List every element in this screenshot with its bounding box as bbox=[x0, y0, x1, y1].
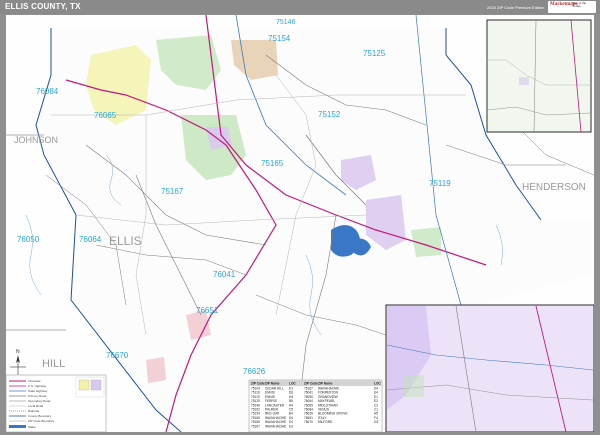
inset-fill-top bbox=[488, 21, 590, 131]
table-cell: WAXAHACHIE bbox=[265, 424, 286, 428]
legend-item: County Boundary bbox=[28, 414, 52, 418]
zip-label: 75165 bbox=[261, 159, 284, 168]
legend-panel: Interstate U.S. Highway State Highway Pr… bbox=[6, 374, 107, 432]
legend-item: Primary Road bbox=[28, 394, 47, 398]
table-cell: E3 bbox=[289, 424, 293, 428]
legend-item: Secondary Road bbox=[28, 399, 51, 403]
publisher-logo: Marketmaps Map of Zip Codes bbox=[548, 1, 596, 13]
map-svg[interactable]: JOHNSON HENDERSON HILL ELLIS 75154 75146… bbox=[6, 15, 594, 432]
table-cell: G3 bbox=[374, 420, 378, 424]
zip-label: 75152 bbox=[318, 110, 341, 119]
neighbor-label-henderson: HENDERSON bbox=[522, 182, 586, 193]
zip-label: 76626 bbox=[243, 367, 266, 376]
zip-label: 75119 bbox=[429, 179, 451, 188]
zip-label: 75125 bbox=[363, 49, 386, 58]
zip-label: 76064 bbox=[79, 235, 102, 244]
zip-label: 76041 bbox=[213, 270, 236, 279]
zip-label: 76670 bbox=[106, 351, 129, 360]
neighbor-label-johnson: JOHNSON bbox=[14, 135, 58, 145]
table-cell: 76670 bbox=[304, 420, 313, 424]
zip-label: 76050 bbox=[17, 235, 40, 244]
zip-label: 76084 bbox=[36, 87, 59, 96]
map-title: ELLIS COUNTY, TX bbox=[5, 2, 81, 11]
table-cell: MILFORD bbox=[318, 420, 333, 424]
north-letter: N bbox=[16, 349, 20, 355]
legend-item: U.S. Highway bbox=[28, 384, 47, 388]
legend-item: Local Road bbox=[28, 404, 44, 408]
zip-label: 76651 bbox=[196, 306, 219, 315]
legend-item: State Highway bbox=[28, 389, 48, 393]
zip-table: ZIP Code ZIP Name LOC ZIP Code ZIP Name LOC75… bbox=[248, 379, 383, 432]
zip-label: 75154 bbox=[268, 34, 291, 43]
legend-item: Interstate bbox=[28, 379, 41, 383]
edition-label: 2023 ZIP Code Premium Edition bbox=[487, 5, 545, 10]
table-header-cell: LOC bbox=[374, 382, 381, 386]
title-bar: ELLIS COUNTY, TX 2023 ZIP Code Premium E… bbox=[0, 0, 600, 14]
inset-map-bottom[interactable] bbox=[385, 304, 594, 432]
table-header-cell: ZIP Code bbox=[304, 382, 318, 386]
neighbor-label-hill: HILL bbox=[42, 358, 65, 370]
city-milford bbox=[146, 357, 166, 383]
legend-item: Railroad bbox=[28, 409, 40, 413]
table-header-cell: ZIP Name bbox=[318, 382, 333, 386]
table-header-cell: LOC bbox=[289, 382, 296, 386]
county-name-label: ELLIS bbox=[109, 234, 142, 248]
zip-label: 75167 bbox=[161, 187, 184, 196]
legend-item: ZIP Code Boundary bbox=[28, 419, 55, 423]
table-header-cell: ZIP Code bbox=[251, 382, 265, 386]
map-canvas[interactable]: JOHNSON HENDERSON HILL ELLIS 75154 75146… bbox=[6, 15, 594, 432]
logo-subtext: Map of Zip Codes bbox=[572, 1, 587, 8]
legend-item: Water bbox=[28, 425, 36, 429]
zip-label: 76065 bbox=[94, 111, 117, 120]
inset-map-top[interactable] bbox=[486, 19, 592, 133]
table-cell: 75167 bbox=[251, 424, 260, 428]
table-header-cell: ZIP Name bbox=[265, 382, 280, 386]
zip-label: 75146 bbox=[276, 19, 296, 26]
